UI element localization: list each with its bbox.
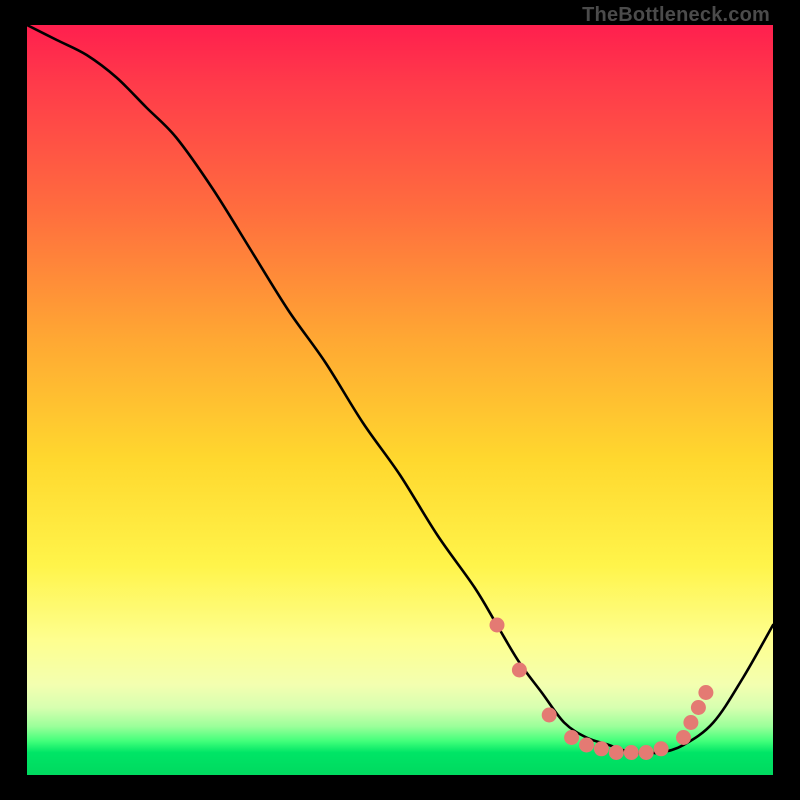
curve-marker-dot — [654, 741, 669, 756]
bottleneck-curve — [27, 25, 773, 753]
curve-marker-dot — [698, 685, 713, 700]
curve-marker-dot — [676, 730, 691, 745]
curve-marker-dot — [490, 618, 505, 633]
chart-frame: TheBottleneck.com — [0, 0, 800, 800]
curve-markers — [490, 618, 714, 761]
curve-marker-dot — [594, 741, 609, 756]
curve-marker-dot — [639, 745, 654, 760]
curve-marker-dot — [624, 745, 639, 760]
curve-marker-dot — [691, 700, 706, 715]
chart-svg — [27, 25, 773, 775]
curve-marker-dot — [579, 738, 594, 753]
curve-marker-dot — [512, 663, 527, 678]
curve-marker-dot — [609, 745, 624, 760]
curve-marker-dot — [542, 708, 557, 723]
curve-marker-dot — [683, 715, 698, 730]
plot-area — [27, 25, 773, 775]
watermark-text: TheBottleneck.com — [582, 4, 770, 27]
curve-marker-dot — [564, 730, 579, 745]
